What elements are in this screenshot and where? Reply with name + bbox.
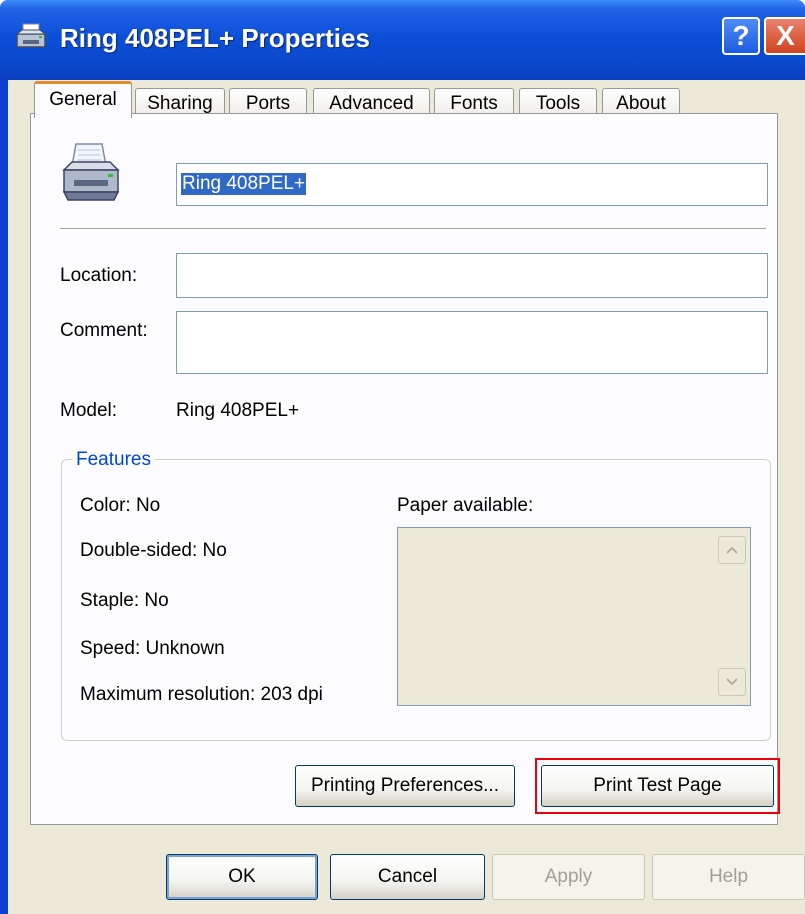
printer-name-input[interactable]: Ring 408PEL+ xyxy=(176,163,768,206)
printer-icon xyxy=(15,23,47,48)
comment-label: Comment: xyxy=(60,320,148,341)
feature-speed: Speed: Unknown xyxy=(80,638,225,659)
feature-double-sided: Double-sided: No xyxy=(80,540,227,561)
ok-button[interactable]: OK xyxy=(166,854,318,900)
location-label: Location: xyxy=(60,265,138,286)
scroll-up-button[interactable] xyxy=(718,536,746,564)
title-bar[interactable]: Ring 408PEL+ Properties ? X xyxy=(0,0,805,80)
paper-available-label: Paper available: xyxy=(397,495,534,516)
window-title: Ring 408PEL+ Properties xyxy=(60,23,370,53)
highlight-box xyxy=(535,758,780,814)
apply-button[interactable]: Apply xyxy=(492,854,645,900)
comment-input[interactable] xyxy=(176,311,768,374)
scroll-down-button[interactable] xyxy=(718,668,746,696)
printer-name-value: Ring 408PEL+ xyxy=(181,173,307,195)
printer-icon xyxy=(62,143,120,201)
help-title-button[interactable]: ? xyxy=(722,17,760,55)
feature-color: Color: No xyxy=(80,495,161,516)
paper-available-list[interactable] xyxy=(397,527,751,706)
cancel-button[interactable]: Cancel xyxy=(330,854,485,900)
tab-general[interactable]: General xyxy=(34,81,132,118)
features-title: Features xyxy=(72,449,155,471)
model-label: Model: xyxy=(60,400,118,421)
feature-staple: Staple: No xyxy=(80,590,169,611)
feature-max-resolution: Maximum resolution: 203 dpi xyxy=(80,684,323,705)
properties-window: Ring 408PEL+ Properties ? X General Shar… xyxy=(0,0,805,914)
printing-preferences-button[interactable]: Printing Preferences... xyxy=(295,765,515,807)
chevron-up-icon xyxy=(726,546,738,554)
separator xyxy=(60,228,766,232)
close-button[interactable]: X xyxy=(764,17,805,55)
help-button[interactable]: Help xyxy=(652,854,805,900)
chevron-down-icon xyxy=(726,678,738,686)
model-value: Ring 408PEL+ xyxy=(176,400,300,421)
location-input[interactable] xyxy=(176,253,768,298)
